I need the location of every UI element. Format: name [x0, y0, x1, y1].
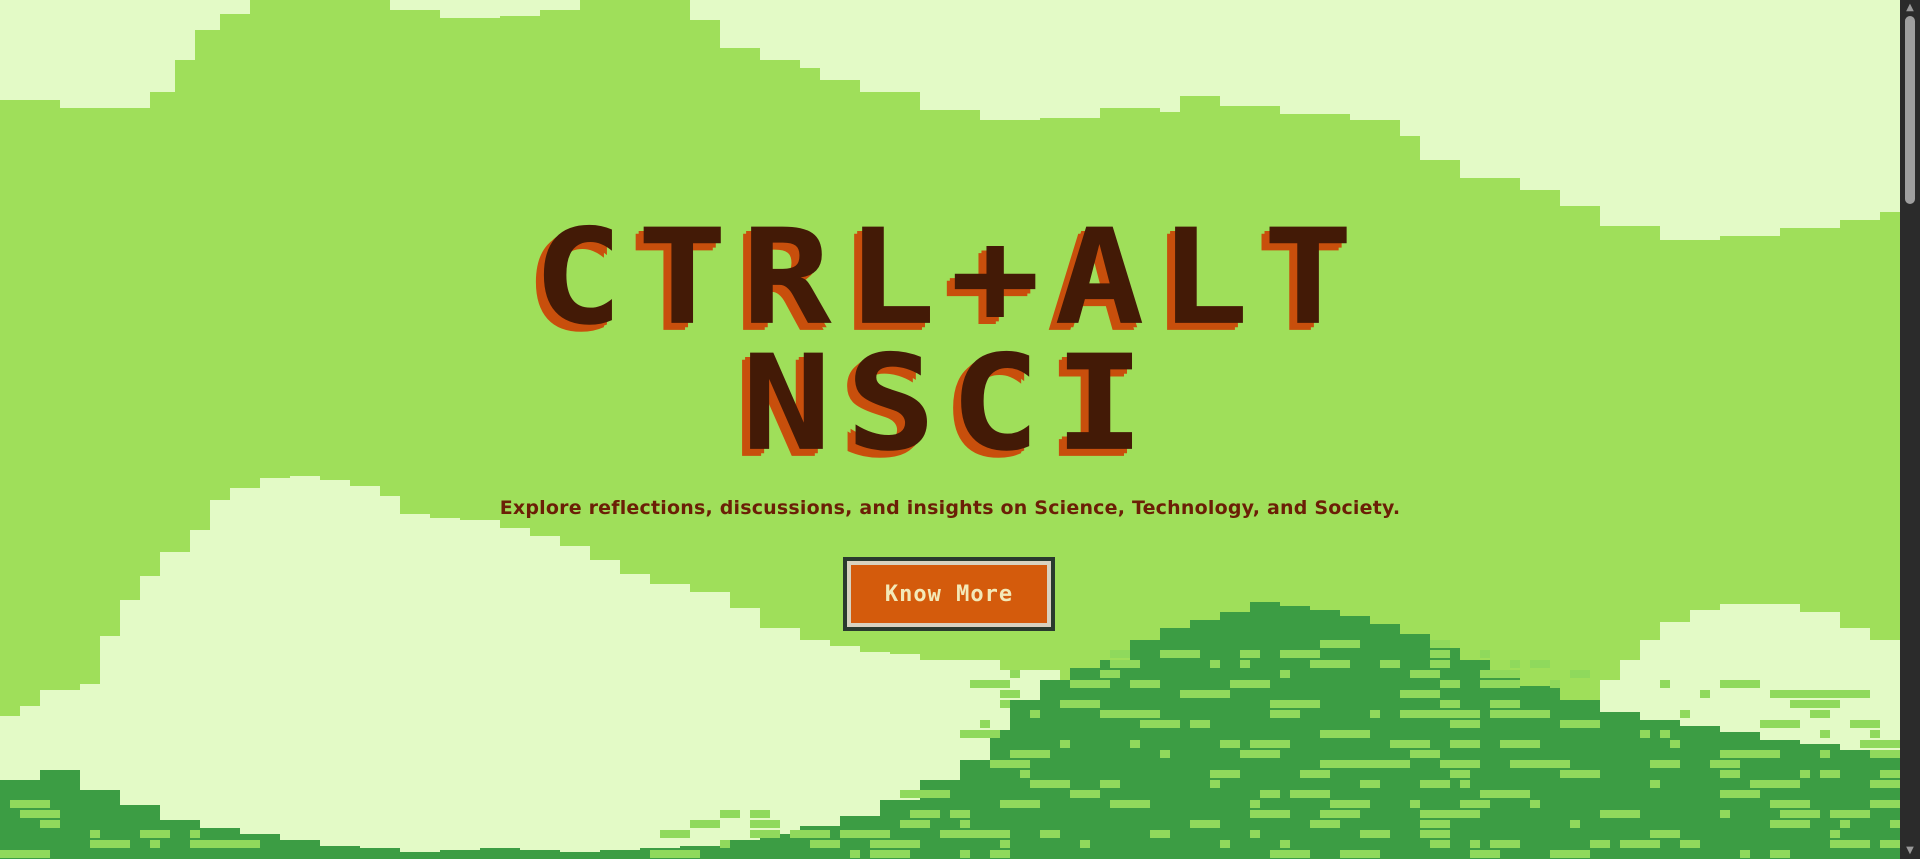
scroll-up-icon[interactable]: ▲	[1900, 0, 1920, 16]
know-more-button[interactable]: Know More	[843, 557, 1055, 631]
vertical-scrollbar[interactable]: ▲ ▼	[1900, 0, 1920, 859]
hero-section: CTRL+ALT NSCI Explore reflections, discu…	[0, 0, 1900, 859]
know-more-label: Know More	[847, 561, 1051, 627]
scroll-down-icon[interactable]: ▼	[1900, 843, 1920, 859]
site-title-line-2: NSCI	[741, 327, 1159, 481]
site-title-line-1: CTRL+ALT	[532, 201, 1368, 355]
scrollbar-thumb[interactable]	[1905, 16, 1915, 204]
hero-subtitle: Explore reflections, discussions, and in…	[499, 497, 1401, 519]
